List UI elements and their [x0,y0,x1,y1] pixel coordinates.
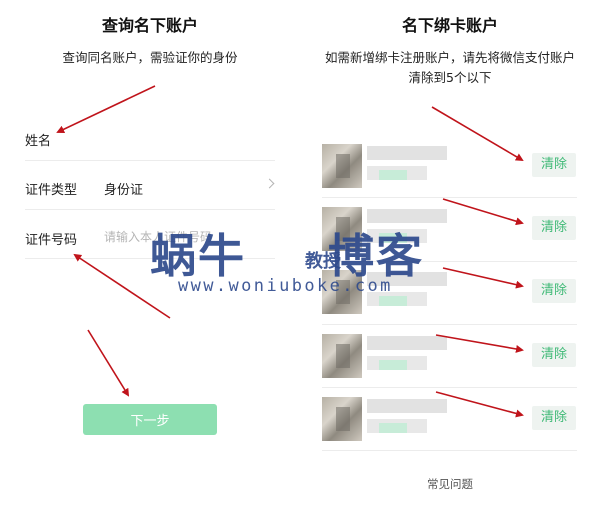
account-row: 清除 [322,203,577,255]
blurred-account-name [367,272,447,286]
account-row: 清除 [322,330,577,382]
divider [322,450,577,451]
blurred-account-tag [379,360,407,370]
divider [322,387,577,388]
id-type-value[interactable]: 身份证 [104,179,143,198]
blurred-account-tag [379,423,407,433]
page-title: 查询名下账户 [101,16,198,35]
avatar [322,334,362,378]
clear-account-button[interactable]: 清除 [532,406,576,430]
verify-identity-panel: 查询名下账户 查询同名账户，需验证你的身份 姓名 证件类型 身份证 证件号码 下… [0,0,300,509]
clear-account-button[interactable]: 清除 [532,279,576,303]
page-subtitle: 查询同名账户，需验证你的身份 [62,50,238,65]
avatar [322,207,362,251]
blurred-account-name [367,336,447,350]
chevron-right-icon[interactable] [264,178,275,189]
divider [322,197,577,198]
blurred-account-tag [379,233,407,243]
next-step-button[interactable]: 下一步 [83,404,217,435]
blurred-account-name [367,209,447,223]
page-subtitle: 如需新增绑卡注册账户，请先将微信支付账户清除到5个以下 [324,50,575,85]
blurred-account-tag [379,296,407,306]
id-number-label: 证件号码 [25,233,78,248]
avatar [322,397,362,441]
blurred-account-tag [379,170,407,180]
divider [25,209,275,210]
page-title: 名下绑卡账户 [401,16,498,35]
clear-account-button[interactable]: 清除 [532,216,576,240]
clear-account-button[interactable]: 清除 [532,343,576,367]
blurred-account-name [367,399,447,413]
id-type-label: 证件类型 [25,183,78,198]
account-row: 清除 [322,266,577,318]
divider [322,261,577,262]
account-row: 清除 [322,140,577,192]
divider [322,324,577,325]
avatar [322,270,362,314]
blurred-account-name [367,146,447,160]
divider [25,258,275,259]
account-row: 清除 [322,393,577,445]
clear-account-button[interactable]: 清除 [532,153,576,177]
id-number-input[interactable] [104,228,254,246]
avatar [322,144,362,188]
name-field-label: 姓名 [25,134,52,149]
faq-link[interactable]: 常见问题 [300,476,600,492]
divider [25,160,275,161]
